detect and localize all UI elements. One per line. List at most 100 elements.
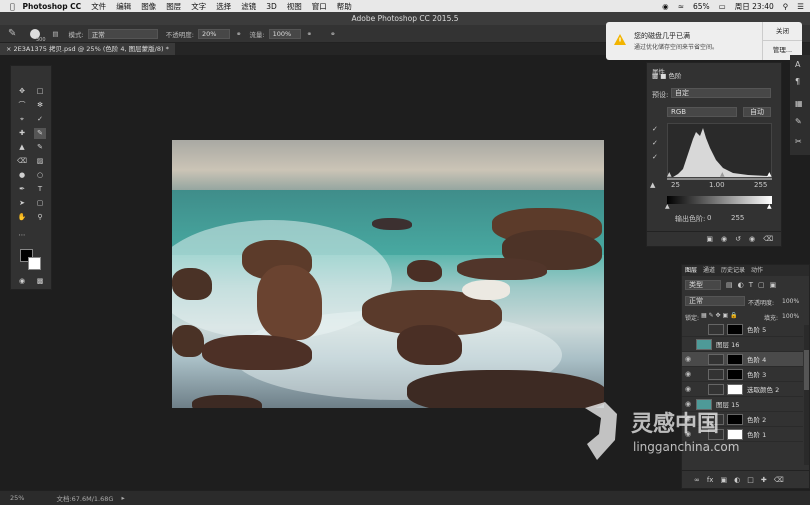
layer-mask-thumbnail[interactable]: [727, 353, 743, 365]
reset-icon[interactable]: ↺: [735, 235, 741, 243]
layer-style-icon[interactable]: fx: [707, 476, 714, 484]
menu-list-icon[interactable]: ☰: [797, 2, 804, 11]
output-black-handle[interactable]: ▲: [665, 203, 670, 210]
gray-eyedropper-icon[interactable]: ✓: [652, 139, 658, 147]
search-icon[interactable]: ⚲: [783, 2, 789, 11]
menu-view[interactable]: 视图: [287, 1, 302, 12]
new-layer-icon[interactable]: ✚: [761, 476, 767, 484]
layer-row[interactable]: 图层 16: [682, 337, 803, 352]
filter-shape-icon[interactable]: ▢: [758, 281, 765, 289]
blend-mode-select[interactable]: 正常: [685, 296, 745, 306]
menu-window[interactable]: 窗口: [312, 1, 327, 12]
eye-icon[interactable]: ◉: [682, 355, 694, 363]
new-adjustment-icon[interactable]: ◐: [734, 476, 740, 484]
clip-to-layer-icon[interactable]: ▣: [706, 235, 713, 243]
hand-tool-icon[interactable]: ✋: [16, 212, 28, 223]
link-layers-icon[interactable]: ∞: [694, 476, 700, 484]
visibility-icon[interactable]: ◉: [749, 235, 755, 243]
shape-tool-icon[interactable]: ▢: [34, 198, 46, 209]
blur-tool-icon[interactable]: ●: [16, 170, 28, 181]
close-button[interactable]: 关闭: [762, 22, 802, 41]
layer-mask-thumbnail[interactable]: [727, 323, 743, 335]
flow-field[interactable]: 100%: [268, 28, 301, 39]
tab-history[interactable]: 历史记录: [721, 265, 745, 276]
zoom-level[interactable]: 25%: [10, 494, 24, 502]
gamma-input-handle[interactable]: ▲: [720, 171, 725, 178]
history-brush-tool-icon[interactable]: ✎: [34, 142, 46, 153]
white-input-handle[interactable]: ▲: [767, 171, 772, 178]
opacity-field[interactable]: 20%: [197, 28, 230, 39]
menu-select[interactable]: 选择: [216, 1, 231, 12]
marquee-tool-icon[interactable]: □: [34, 86, 46, 97]
filter-adjustment-icon[interactable]: ◐: [738, 281, 744, 289]
airbrush-icon[interactable]: ⚭: [307, 30, 312, 38]
gradient-tool-icon[interactable]: ▨: [34, 156, 46, 167]
eyedropper-tool-icon[interactable]: ✓: [34, 114, 46, 125]
add-mask-icon[interactable]: ▣: [720, 476, 727, 484]
pressure-opacity-icon[interactable]: ⚭: [236, 30, 241, 38]
more-tools-icon[interactable]: ⋯: [16, 230, 28, 241]
move-tool-icon[interactable]: ✥: [16, 86, 28, 97]
eye-icon[interactable]: ◉: [682, 370, 694, 378]
menu-layer[interactable]: 图层: [166, 1, 181, 12]
preset-select[interactable]: 自定: [671, 88, 771, 98]
layer-row[interactable]: 色阶 5: [682, 322, 803, 337]
menu-image[interactable]: 图像: [141, 1, 156, 12]
brush-panel-icon[interactable]: ▤: [52, 30, 58, 38]
menu-edit[interactable]: 编辑: [116, 1, 131, 12]
black-eyedropper-icon[interactable]: ✓: [652, 125, 658, 133]
trash-icon[interactable]: ⌫: [774, 476, 784, 484]
input-gamma-value[interactable]: 1.00: [709, 181, 725, 189]
screen-mode-icon[interactable]: ▩: [34, 276, 46, 287]
record-icon[interactable]: ◉: [662, 2, 669, 11]
app-menu[interactable]: Photoshop CC: [23, 2, 82, 11]
layer-mask-thumbnail[interactable]: [727, 413, 743, 425]
auto-button[interactable]: 自动: [743, 107, 771, 117]
menu-3d[interactable]: 3D: [266, 2, 277, 11]
lasso-tool-icon[interactable]: ⌒: [16, 100, 28, 111]
document-size[interactable]: 文档:67.6M/1.68G: [56, 493, 113, 503]
layer-mask-thumbnail[interactable]: [727, 383, 743, 395]
output-white-handle[interactable]: ▲: [767, 203, 772, 210]
type-tool-icon[interactable]: T: [34, 184, 46, 195]
background-color-swatch[interactable]: [28, 257, 41, 270]
menu-file[interactable]: 文件: [91, 1, 106, 12]
crop-tool-icon[interactable]: ⌖: [16, 114, 28, 125]
menu-help[interactable]: 帮助: [337, 1, 352, 12]
apple-icon[interactable]: : [10, 2, 15, 11]
delete-icon[interactable]: ⌫: [763, 235, 773, 243]
new-group-icon[interactable]: □: [747, 476, 754, 484]
paragraph-panel-icon[interactable]: ¶: [795, 77, 800, 86]
dodge-tool-icon[interactable]: ○: [34, 170, 46, 181]
layers-scrollbar[interactable]: [804, 325, 809, 465]
wifi-icon[interactable]: ≈: [678, 2, 684, 11]
brushes-panel-icon[interactable]: ✎: [795, 117, 802, 126]
tab-channels[interactable]: 通道: [703, 265, 715, 276]
eraser-tool-icon[interactable]: ⌫: [16, 156, 28, 167]
clone-source-icon[interactable]: ✂: [795, 137, 802, 146]
layer-row[interactable]: ◉ 选取颜色 2: [682, 382, 803, 397]
channel-select[interactable]: RGB: [667, 107, 737, 117]
clipping-icon[interactable]: ▲: [650, 181, 655, 189]
white-eyedropper-icon[interactable]: ✓: [652, 153, 658, 161]
tab-actions[interactable]: 动作: [751, 265, 763, 276]
mode-select[interactable]: 正常: [87, 28, 158, 39]
healing-tool-icon[interactable]: ✚: [16, 128, 28, 139]
fill-field[interactable]: 100%: [782, 313, 799, 320]
status-menu-icon[interactable]: ▸: [121, 494, 124, 502]
character-panel-icon[interactable]: A: [795, 60, 800, 69]
input-white-value[interactable]: 255: [754, 181, 767, 189]
scrollbar-thumb[interactable]: [804, 350, 809, 390]
output-white-value[interactable]: 255: [731, 214, 744, 222]
filter-smart-icon[interactable]: ▣: [770, 281, 777, 289]
layer-filter-select[interactable]: 类型: [685, 280, 721, 290]
layer-mask-thumbnail[interactable]: [727, 428, 743, 440]
eye-icon[interactable]: ◉: [682, 385, 694, 393]
path-select-tool-icon[interactable]: ➤: [16, 198, 28, 209]
pen-tool-icon[interactable]: ✒: [16, 184, 28, 195]
menu-type[interactable]: 文字: [191, 1, 206, 12]
zoom-tool-icon[interactable]: ⚲: [34, 212, 46, 223]
layer-row-selected[interactable]: ◉ 色阶 4: [682, 352, 803, 367]
brush-tool-icon[interactable]: ✎: [8, 28, 16, 39]
tab-layers[interactable]: 图层: [685, 265, 697, 276]
